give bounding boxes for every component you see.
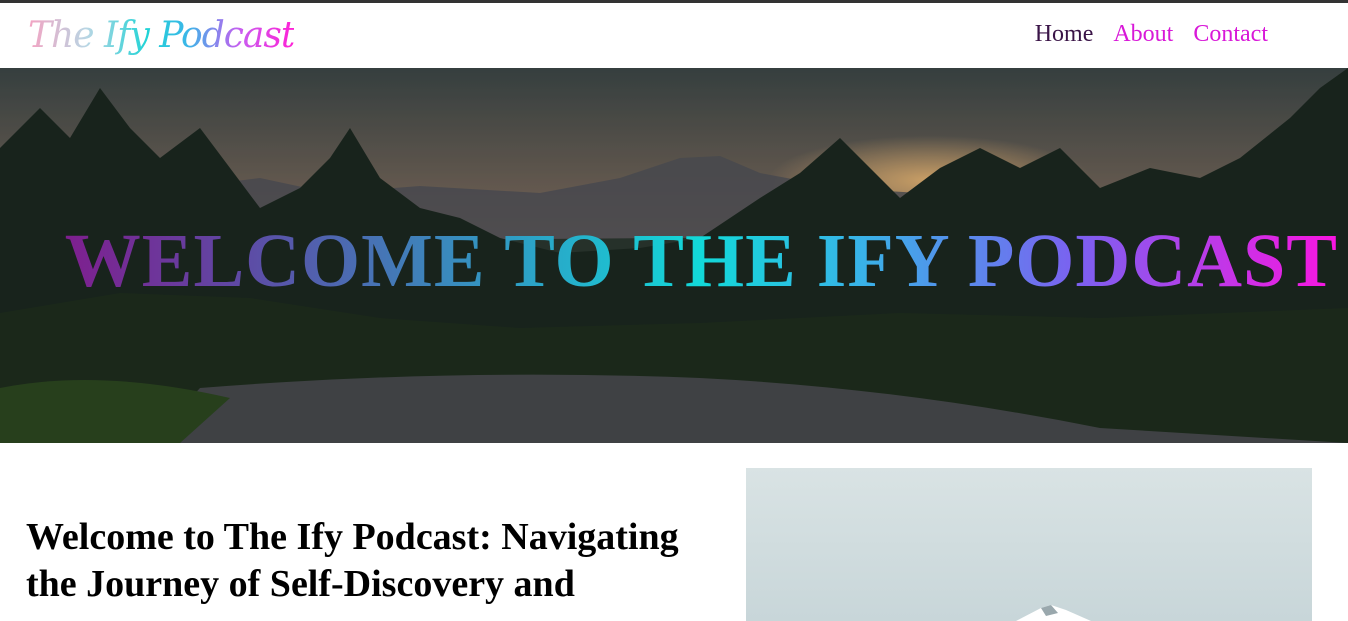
hero-title: WELCOME TO THE IFY PODCAST xyxy=(0,218,1348,305)
main-nav: Home About Contact xyxy=(1035,21,1268,48)
intro-heading: Welcome to The Ify Podcast: Navigating t… xyxy=(26,516,679,605)
hero-banner: WELCOME TO THE IFY PODCAST xyxy=(0,68,1348,443)
nav-about-link[interactable]: About xyxy=(1113,21,1173,48)
intro-side-image xyxy=(746,468,1312,621)
site-header: The Ify Podcast Home About Contact xyxy=(0,3,1348,68)
snowy-mountain-image xyxy=(746,468,1312,621)
nav-contact-link[interactable]: Contact xyxy=(1193,21,1268,48)
nav-home-link[interactable]: Home xyxy=(1035,21,1094,48)
site-logo[interactable]: The Ify Podcast xyxy=(28,11,295,61)
